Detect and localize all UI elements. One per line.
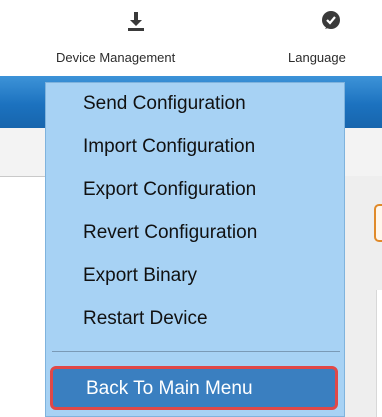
right-card [376,290,382,417]
menu-item-export-binary[interactable]: Export Binary [83,265,197,287]
menu-item-send-configuration[interactable]: Send Configuration [83,93,246,115]
back-to-main-menu-label: Back To Main Menu [86,378,253,399]
device-management-label: Device Management [56,50,176,65]
menu-item-export-configuration[interactable]: Export Configuration [83,179,256,201]
download-icon [128,12,144,31]
language-button[interactable]: Language [288,0,382,76]
device-management-button[interactable]: Device Management [56,0,256,76]
menu-item-import-configuration[interactable]: Import Configuration [83,136,255,158]
toolbar: Device Management Language [0,0,382,76]
device-management-dropdown: Send Configuration Import Configuration … [45,82,345,417]
menu-item-restart-device[interactable]: Restart Device [83,308,208,330]
side-tab[interactable] [374,204,382,242]
menu-item-back-to-main-menu[interactable]: Back To Main Menu [50,366,338,410]
menu-item-revert-configuration[interactable]: Revert Configuration [83,222,257,244]
menu-separator [52,351,340,352]
language-label: Language [288,50,346,65]
language-icon [322,11,340,29]
